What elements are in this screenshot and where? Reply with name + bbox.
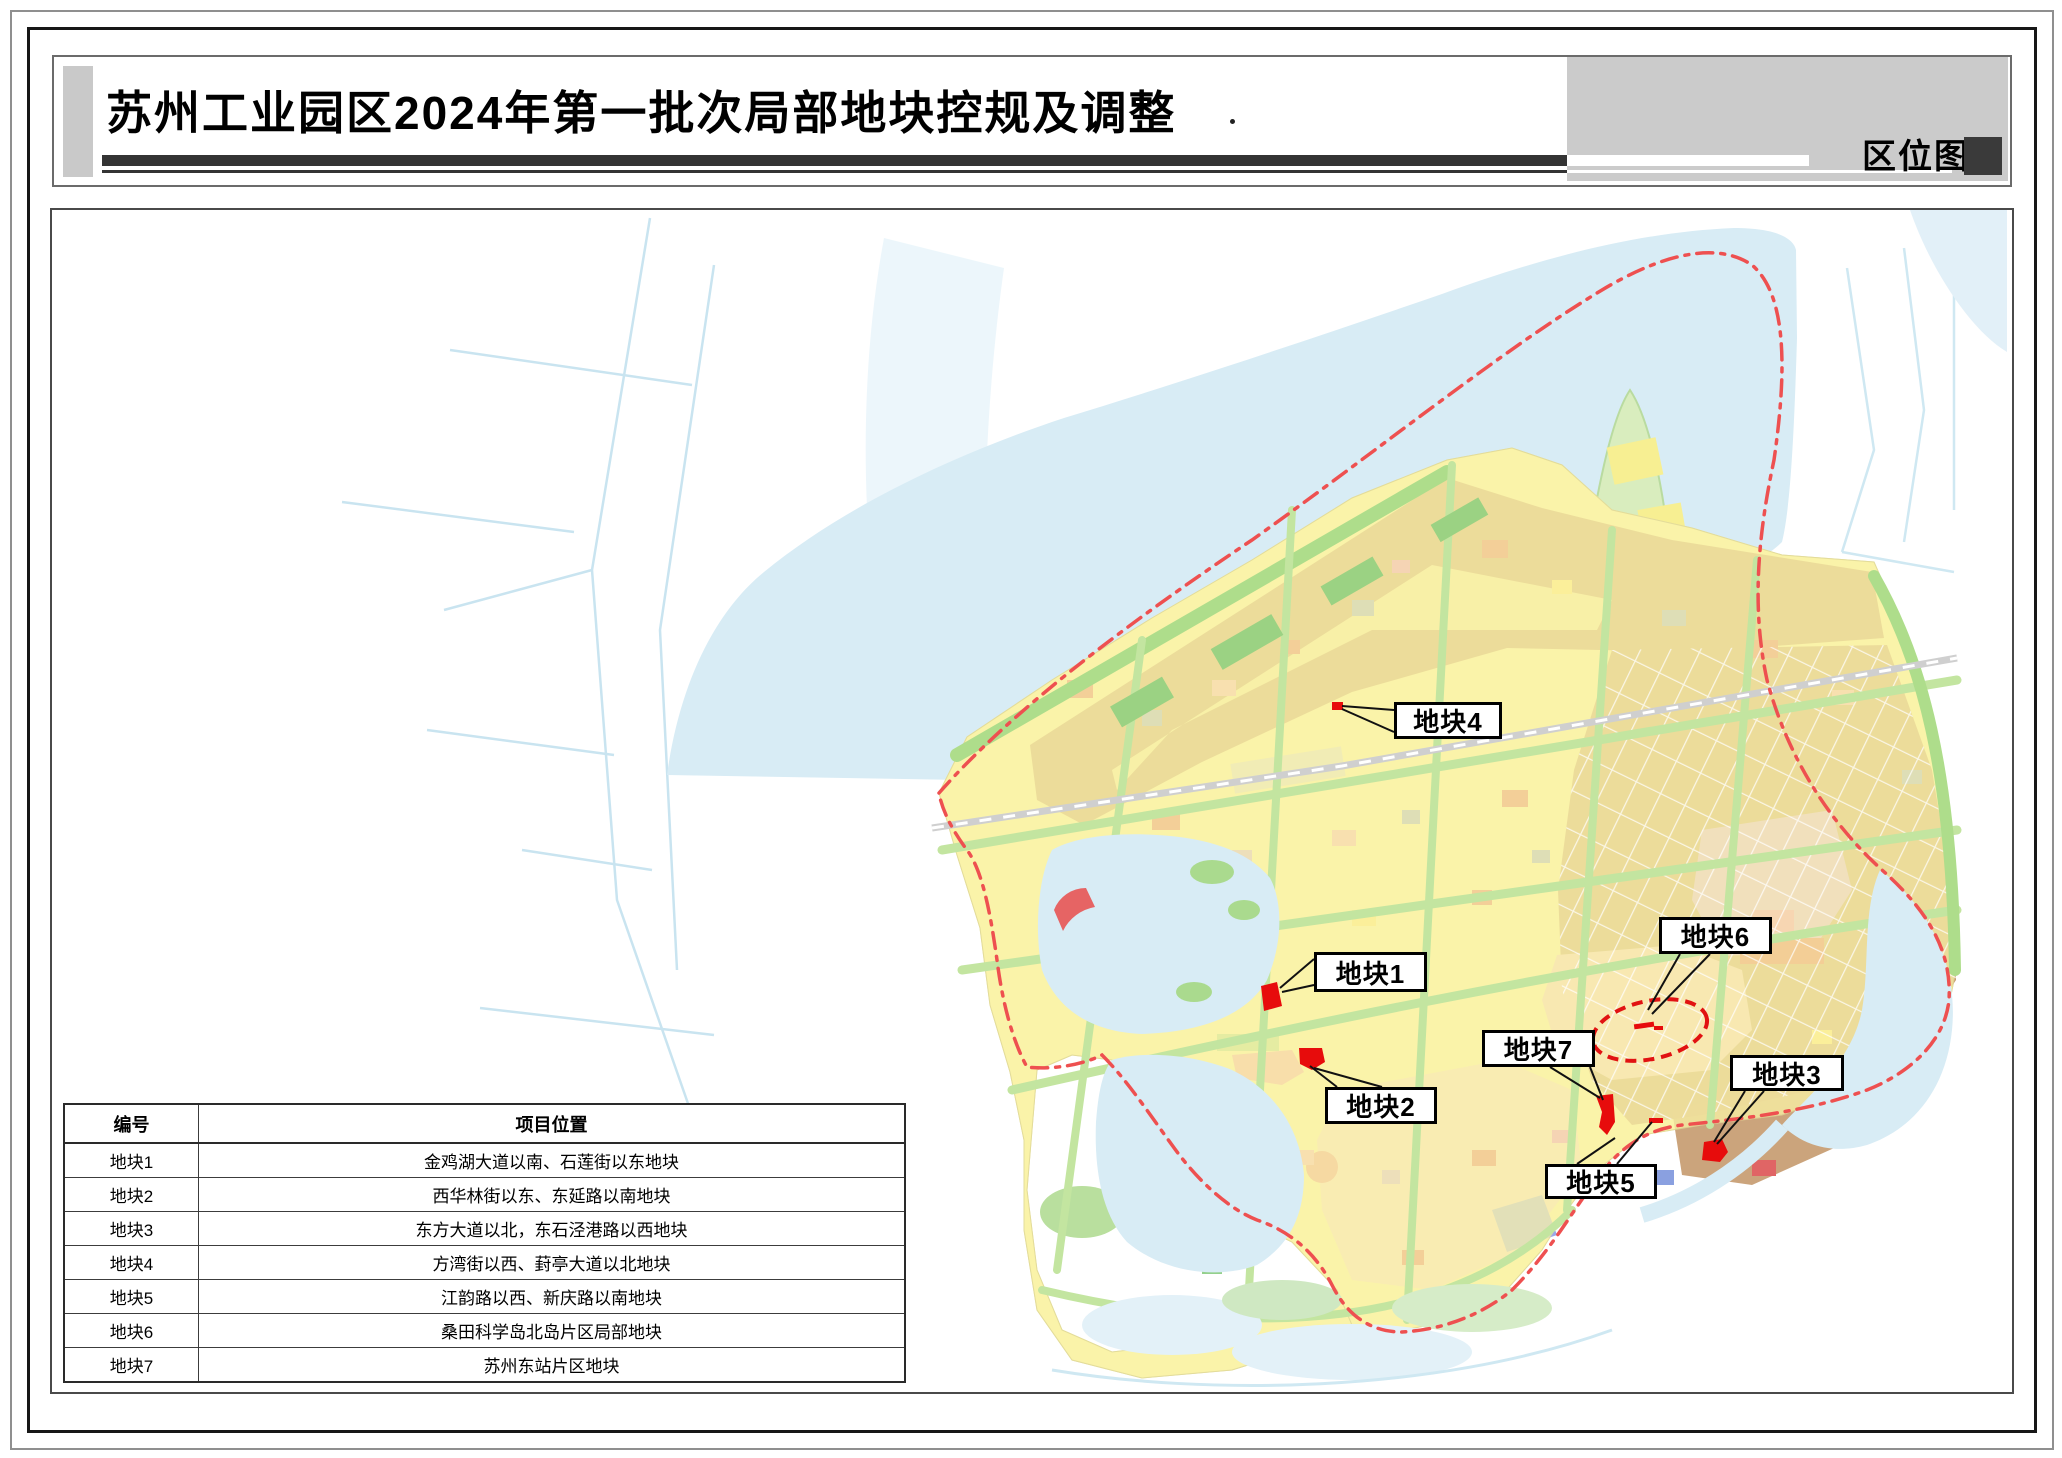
table-row: 地块2西华林街以东、东延路以南地块: [64, 1178, 905, 1212]
west-canal-lines: [342, 218, 714, 1115]
page-title: 苏州工业园区2024年第一批次局部地块控规及调整: [106, 77, 1176, 143]
col-header-location: 项目位置: [199, 1104, 906, 1143]
map-label-parcel-2: 地块2: [1325, 1087, 1437, 1124]
parcel-table: 编号 项目位置 地块1金鸡湖大道以南、石莲街以东地块地块2西华林街以东、东延路以…: [63, 1103, 906, 1383]
title-underline-thin: [102, 170, 1567, 173]
map-label-parcel-4: 地块4: [1394, 702, 1502, 739]
corner-dark-square: [1964, 137, 2002, 175]
cell-location: 江韵路以西、新庆路以南地块: [199, 1280, 906, 1314]
cell-id: 地块1: [64, 1143, 199, 1178]
cell-location: 东方大道以北，东石泾港路以西地块: [199, 1212, 906, 1246]
cell-id: 地块6: [64, 1314, 199, 1348]
table-row: 地块3东方大道以北，东石泾港路以西地块: [64, 1212, 905, 1246]
cell-id: 地块5: [64, 1280, 199, 1314]
cell-location: 金鸡湖大道以南、石莲街以东地块: [199, 1143, 906, 1178]
plan-sheet: 苏州工业园区2024年第一批次局部地块控规及调整 区位图: [0, 0, 2062, 1458]
map-label-parcel-5: 地块5: [1545, 1164, 1657, 1199]
map-label-parcel-3: 地块3: [1730, 1055, 1844, 1091]
header-band: 苏州工业园区2024年第一批次局部地块控规及调整 区位图: [52, 55, 2012, 187]
table-row: 地块4方湾街以西、葑亭大道以北地块: [64, 1246, 905, 1280]
location-map-label: 区位图: [1862, 129, 1970, 178]
col-header-id: 编号: [64, 1104, 199, 1143]
cell-id: 地块2: [64, 1178, 199, 1212]
cell-id: 地块4: [64, 1246, 199, 1280]
northeast-corner-water: [1910, 210, 2007, 352]
table-row: 地块1金鸡湖大道以南、石莲街以东地块: [64, 1143, 905, 1178]
parcel-4-shape: [1332, 702, 1343, 710]
title-accent-bar: [63, 66, 93, 177]
table-row: 地块7苏州东站片区地块: [64, 1348, 905, 1383]
cell-location: 西华林街以东、东延路以南地块: [199, 1178, 906, 1212]
cell-location: 桑田科学岛北岛片区局部地块: [199, 1314, 906, 1348]
table-header-row: 编号 项目位置: [64, 1104, 905, 1143]
jinji-lake: [1038, 834, 1279, 1034]
header-gray-block: 区位图: [1567, 57, 2008, 181]
title-dot: [1230, 119, 1235, 124]
parcel-table-body: 地块1金鸡湖大道以南、石莲街以东地块地块2西华林街以东、东延路以南地块地块3东方…: [64, 1143, 905, 1382]
title-underline-thick: [102, 155, 1567, 166]
cell-location: 苏州东站片区地块: [199, 1348, 906, 1383]
map-label-parcel-7: 地块7: [1482, 1030, 1595, 1067]
table-row: 地块6桑田科学岛北岛片区局部地块: [64, 1314, 905, 1348]
map-label-parcel-6: 地块6: [1659, 917, 1772, 954]
cell-id: 地块3: [64, 1212, 199, 1246]
table-row: 地块5江韵路以西、新庆路以南地块: [64, 1280, 905, 1314]
gray-block-white-bar: [1567, 155, 1809, 166]
cell-location: 方湾街以西、葑亭大道以北地块: [199, 1246, 906, 1280]
map-label-parcel-1: 地块1: [1314, 952, 1427, 992]
east-island-canals: [1842, 248, 1954, 572]
cell-id: 地块7: [64, 1348, 199, 1383]
